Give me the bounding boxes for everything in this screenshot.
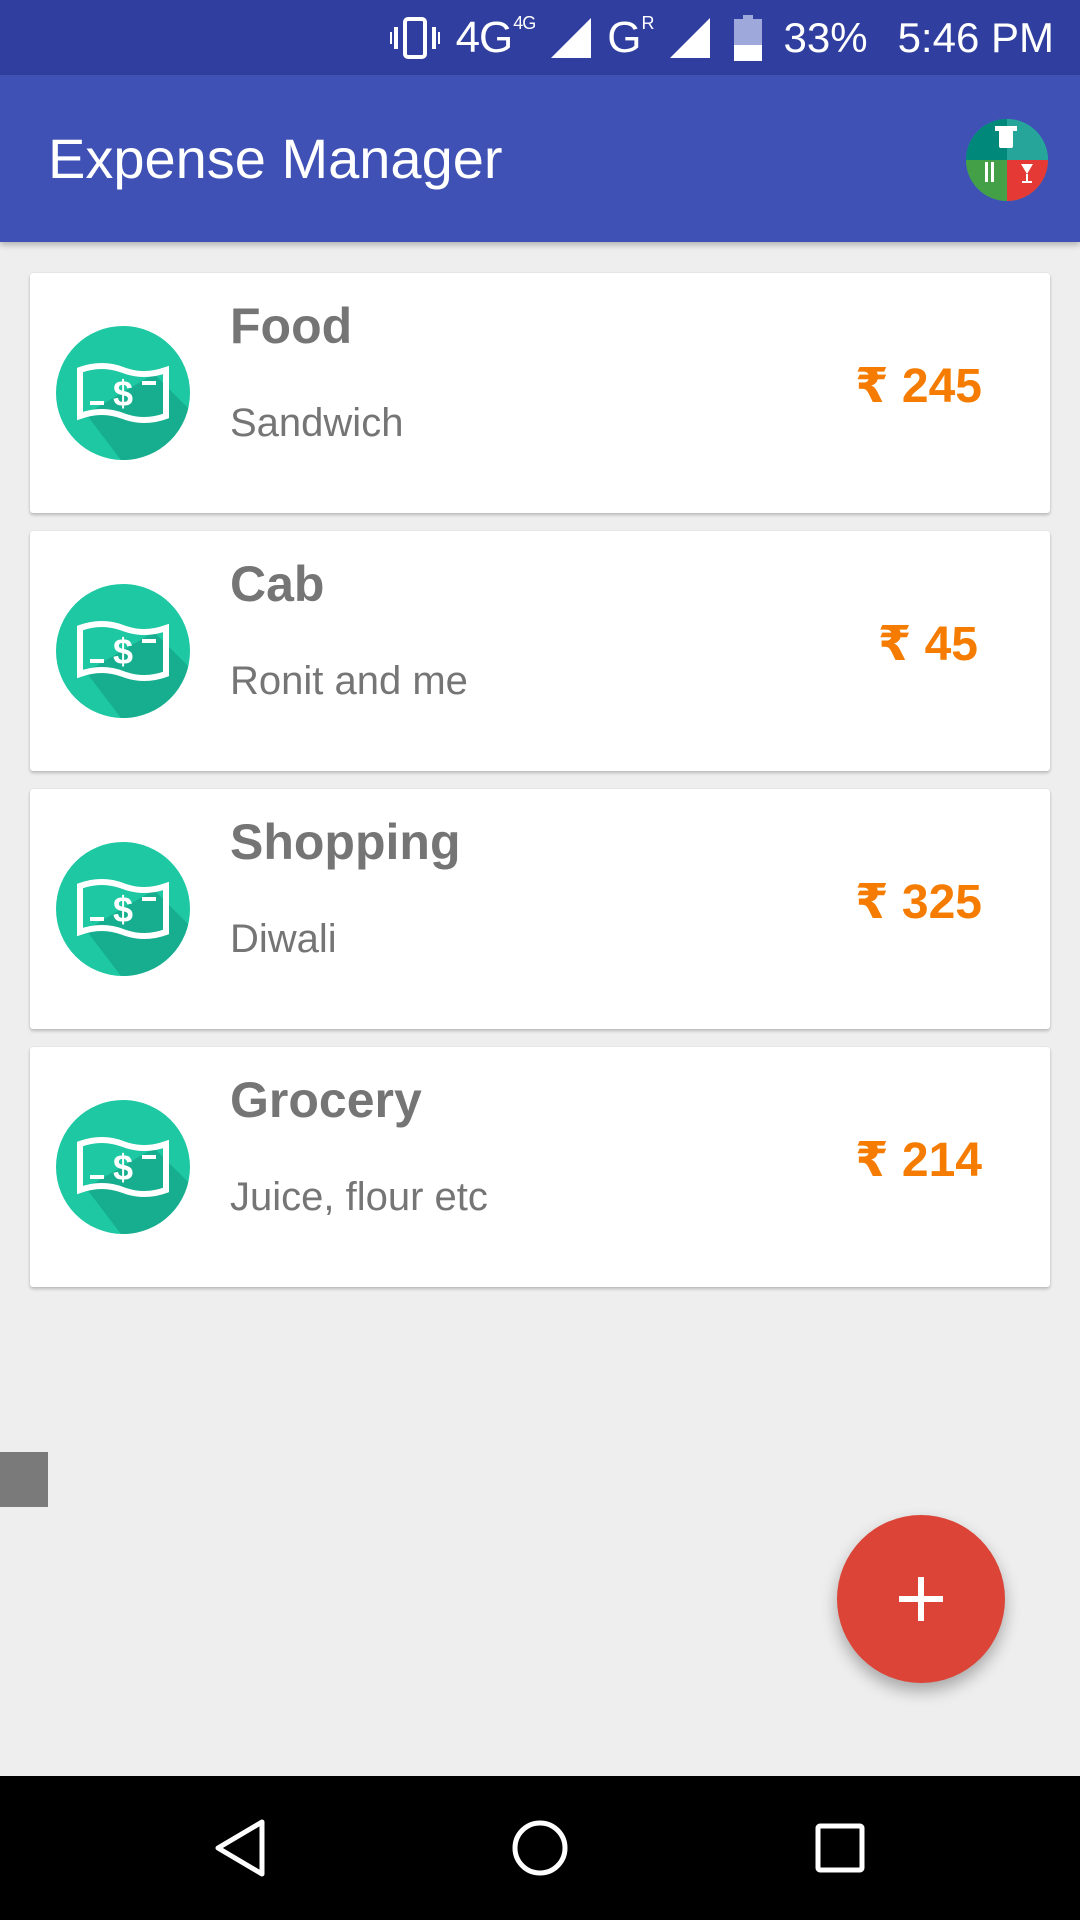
expense-category: Cab [230, 556, 325, 612]
network-g-label: G [607, 12, 641, 62]
money-icon: $ [54, 324, 192, 462]
network-4g-label: 4G [455, 12, 514, 62]
expense-card[interactable]: $ Cab Ronit and me ₹ 45 [30, 531, 1050, 771]
battery-icon [733, 14, 762, 61]
expense-list: $ Food Sandwich ₹ 245 $ Cab Ronit and me… [30, 273, 1050, 1305]
page-title: Expense Manager [48, 127, 503, 190]
expense-amount: ₹ 214 [855, 1134, 982, 1187]
vibrate-icon [389, 15, 440, 61]
expense-card[interactable]: $ Grocery Juice, flour etc ₹ 214 [30, 1047, 1050, 1287]
expense-category: Food [230, 298, 353, 354]
svg-text:$: $ [113, 373, 133, 414]
svg-text:$: $ [113, 631, 133, 672]
app-logo-icon[interactable] [965, 118, 1049, 202]
clock: 5:46 PM [897, 13, 1054, 61]
expense-amount: ₹ 325 [855, 876, 982, 929]
network-4g-sup: 4G [513, 13, 536, 33]
money-icon: $ [54, 840, 192, 978]
expense-category: Shopping [230, 814, 461, 870]
expense-note: Juice, flour etc [230, 1175, 488, 1219]
expense-amount: ₹ 45 [877, 618, 978, 671]
svg-text:$: $ [113, 1147, 133, 1188]
back-icon [215, 1819, 265, 1877]
navigation-bar [0, 1776, 1080, 1920]
network-4g: 4G 4G [455, 12, 537, 63]
expense-amount: ₹ 245 [855, 360, 982, 413]
battery-percent: 33% [783, 13, 868, 61]
expense-card[interactable]: $ Shopping Diwali ₹ 325 [30, 789, 1050, 1029]
home-icon [512, 1820, 568, 1876]
home-button[interactable] [480, 1776, 600, 1920]
status-bar: 4G 4G GR 33% 5:46 PM [0, 0, 1080, 75]
svg-text:$: $ [113, 889, 133, 930]
side-drawer-handle[interactable] [0, 1452, 48, 1507]
back-button[interactable] [180, 1776, 300, 1920]
signal-icon-2 [669, 17, 710, 58]
money-icon: $ [54, 582, 192, 720]
expense-note: Diwali [230, 917, 337, 961]
expense-note: Ronit and me [230, 659, 468, 703]
money-icon: $ [54, 1098, 192, 1236]
network-g: GR [607, 12, 655, 63]
recents-button[interactable] [780, 1776, 900, 1920]
network-g-sup: R [641, 13, 655, 33]
plus-icon [899, 1577, 943, 1621]
signal-icon [551, 17, 592, 58]
expense-card[interactable]: $ Food Sandwich ₹ 245 [30, 273, 1050, 513]
expense-category: Grocery [230, 1072, 422, 1128]
expense-note: Sandwich [230, 401, 404, 445]
add-expense-button[interactable] [837, 1515, 1005, 1683]
recents-icon [815, 1823, 865, 1873]
app-bar: Expense Manager [0, 75, 1080, 242]
